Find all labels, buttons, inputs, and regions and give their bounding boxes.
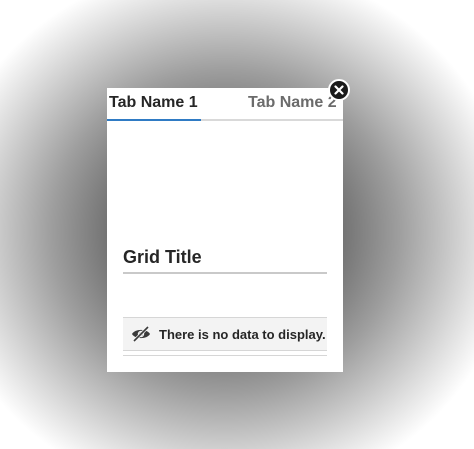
active-tab-indicator <box>107 119 201 121</box>
grid-bottom-divider <box>123 355 327 356</box>
close-button[interactable] <box>328 79 350 101</box>
dialog: Tab Name 1 Tab Name 2 Grid Title There i… <box>107 88 343 372</box>
empty-message: There is no data to display. <box>159 326 326 342</box>
grid-title: Grid Title <box>123 246 327 274</box>
eye-hidden-icon <box>131 325 151 343</box>
tab-name-2[interactable]: Tab Name 2 <box>248 93 337 113</box>
empty-data-row: There is no data to display. <box>123 317 327 351</box>
close-icon <box>334 85 344 95</box>
tab-bar: Tab Name 1 Tab Name 2 <box>107 88 343 121</box>
tab-name-1[interactable]: Tab Name 1 <box>109 93 198 113</box>
